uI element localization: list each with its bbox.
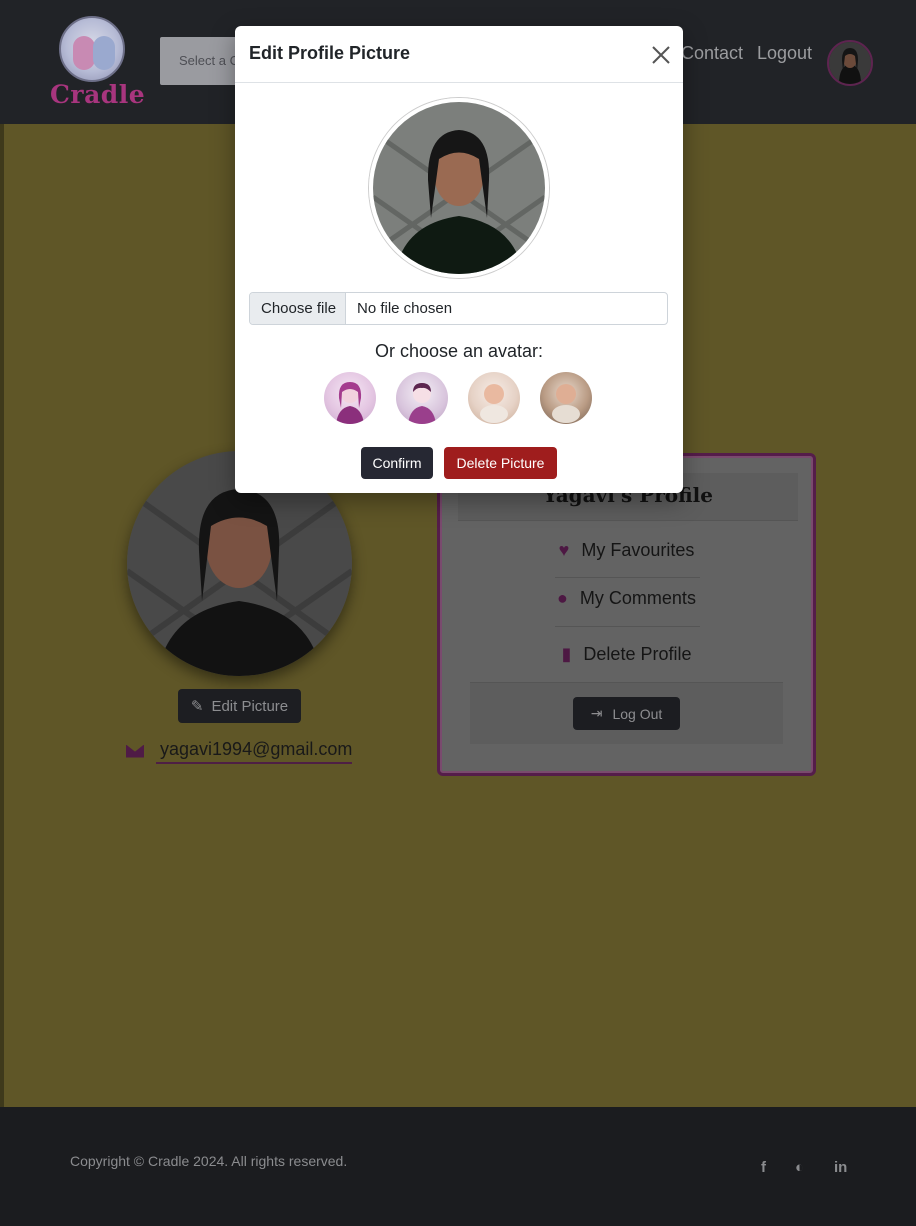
- email-row: yagavi1994@gmail.com: [126, 736, 353, 766]
- edit-picture-button[interactable]: ✎ Edit Picture: [178, 689, 301, 723]
- heart-icon: ♥: [558, 540, 570, 560]
- avatar-option-baby-1[interactable]: [468, 372, 520, 424]
- nav-avatar[interactable]: [827, 40, 873, 86]
- avatar-option-baby-2[interactable]: [540, 372, 592, 424]
- facebook-icon[interactable]: f: [761, 1159, 766, 1176]
- email-link[interactable]: yagavi1994@gmail.com: [156, 739, 353, 764]
- my-favourites-label: My Favourites: [581, 540, 695, 560]
- sign-out-icon: ⇥: [590, 705, 603, 721]
- current-profile-picture: [369, 98, 549, 278]
- file-status: No file chosen: [357, 300, 453, 317]
- delete-picture-button[interactable]: Delete Picture: [444, 447, 557, 479]
- edit-profile-picture-modal: Edit Profile Picture Choose file No file…: [235, 26, 683, 493]
- copyright-text: Copyright © Cradle 2024. All rights rese…: [70, 1153, 348, 1169]
- delete-profile-link[interactable]: ▮ Delete Profile: [440, 644, 813, 665]
- delete-profile-label: Delete Profile: [583, 644, 692, 664]
- modal-title: Edit Profile Picture: [249, 43, 411, 63]
- comment-icon: ●: [557, 588, 568, 608]
- log-out-button[interactable]: ⇥ Log Out: [573, 697, 680, 730]
- nav-link-contact[interactable]: Contact: [681, 43, 743, 64]
- edit-picture-label: Edit Picture: [211, 697, 289, 715]
- my-comments-label: My Comments: [579, 588, 696, 608]
- footer: Copyright © Cradle 2024. All rights rese…: [0, 1107, 916, 1226]
- modal-header: Edit Profile Picture: [235, 26, 683, 83]
- github-icon[interactable]: ◐: [795, 1159, 804, 1176]
- edit-icon: ✎: [190, 698, 204, 715]
- logo-emblem-icon: [59, 16, 125, 82]
- my-favourites-link[interactable]: ♥ My Favourites: [440, 540, 813, 561]
- nav-link-logout[interactable]: Logout: [757, 43, 812, 64]
- avatar-option-woman[interactable]: [324, 372, 376, 424]
- cradle-logo[interactable]: Cradle: [50, 14, 146, 110]
- log-out-label: Log Out: [612, 705, 663, 722]
- avatar-option-man[interactable]: [396, 372, 448, 424]
- close-icon[interactable]: [649, 43, 673, 67]
- my-comments-link[interactable]: ● My Comments: [440, 588, 813, 609]
- avatar-heading: Or choose an avatar:: [374, 341, 544, 361]
- profile-card-footer: ⇥ Log Out: [470, 682, 783, 744]
- linkedin-icon[interactable]: in: [834, 1159, 847, 1176]
- envelope-icon: [126, 744, 144, 758]
- trash-icon: ▮: [561, 644, 572, 664]
- confirm-button[interactable]: Confirm: [361, 447, 433, 479]
- file-input[interactable]: Choose file No file chosen: [249, 292, 668, 325]
- choose-file-button[interactable]: Choose file: [250, 293, 346, 324]
- logo-text: Cradle: [50, 80, 146, 109]
- profile-card: Yagavi's Profile ♥ My Favourites ● My Co…: [437, 453, 816, 776]
